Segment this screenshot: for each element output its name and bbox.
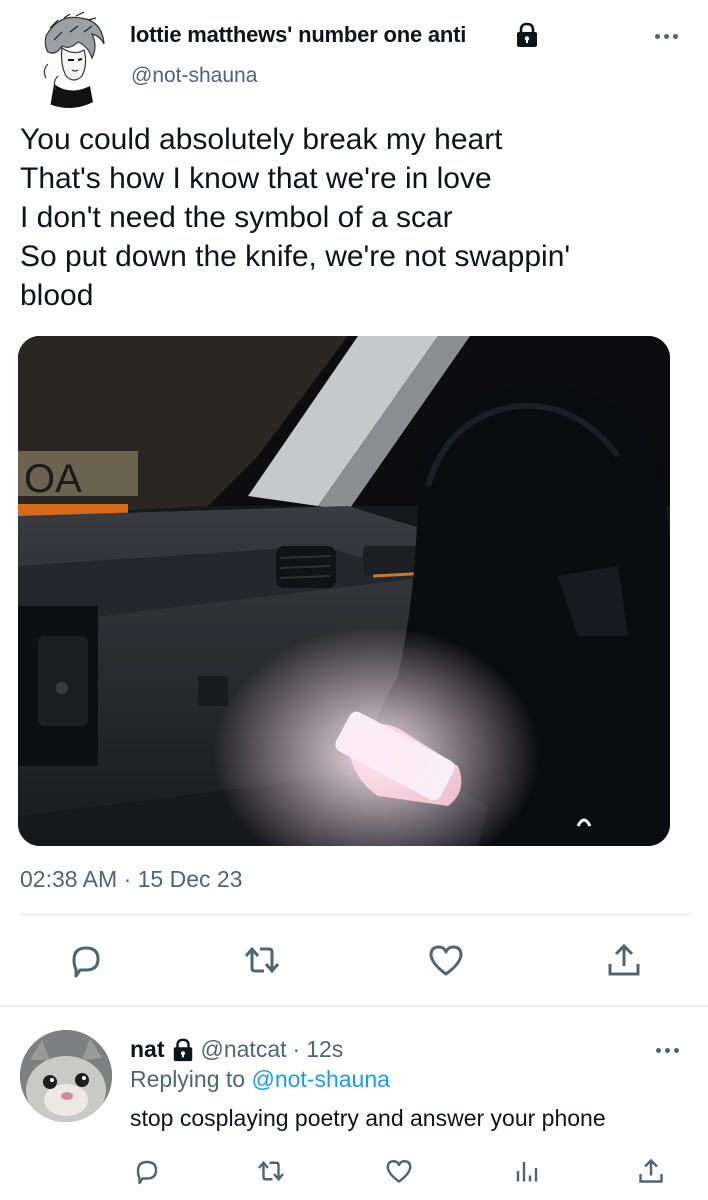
separator: ·	[292, 1036, 301, 1062]
like-icon[interactable]	[384, 1156, 414, 1186]
replying-to-link[interactable]: @not-shauna	[251, 1066, 389, 1092]
retweet-icon[interactable]	[242, 940, 282, 980]
reply-tweet: nat @natcat · 12s Replying to @not-shaun…	[0, 1008, 708, 1200]
divider	[0, 1005, 708, 1007]
replying-prefix: Replying to	[130, 1066, 246, 1092]
views-icon[interactable]	[512, 1156, 542, 1186]
reply-avatar[interactable]	[20, 1030, 112, 1122]
reply-author-name[interactable]: nat	[130, 1036, 165, 1063]
lock-icon	[517, 22, 537, 47]
lock-icon	[173, 1038, 192, 1061]
tweet-photo[interactable]: OA	[18, 336, 670, 846]
reply-author-handle[interactable]: @natcat	[201, 1036, 287, 1063]
replying-to: Replying to @not-shauna	[130, 1066, 390, 1093]
dot	[655, 33, 660, 39]
reply-text: stop cosplaying poetry and answer your p…	[130, 1105, 606, 1131]
dot	[674, 1047, 679, 1053]
reply-icon[interactable]	[66, 940, 106, 980]
reply-time[interactable]: 12s	[306, 1036, 343, 1063]
reply-icon[interactable]	[132, 1156, 162, 1186]
share-icon[interactable]	[604, 940, 644, 980]
tweet-timestamp[interactable]: 02:38 AM · 15 Dec 23	[20, 866, 242, 893]
like-icon[interactable]	[426, 940, 466, 980]
reply-header: nat @natcat · 12s	[130, 1036, 343, 1063]
share-icon[interactable]	[636, 1156, 666, 1186]
tweet-text: You could absolutely break my heart That…	[20, 123, 571, 312]
retweet-icon[interactable]	[256, 1156, 286, 1186]
divider	[20, 914, 690, 915]
author-handle[interactable]: @not-shauna	[131, 64, 257, 88]
author-avatar[interactable]	[18, 6, 120, 108]
dot	[665, 1047, 670, 1053]
dot	[656, 1047, 661, 1053]
author-name[interactable]: lottie matthews' number one anti	[130, 22, 466, 48]
more-options-icon[interactable]	[656, 1044, 686, 1056]
dot	[673, 33, 678, 39]
more-options-icon[interactable]	[655, 30, 685, 42]
dot	[664, 33, 669, 39]
